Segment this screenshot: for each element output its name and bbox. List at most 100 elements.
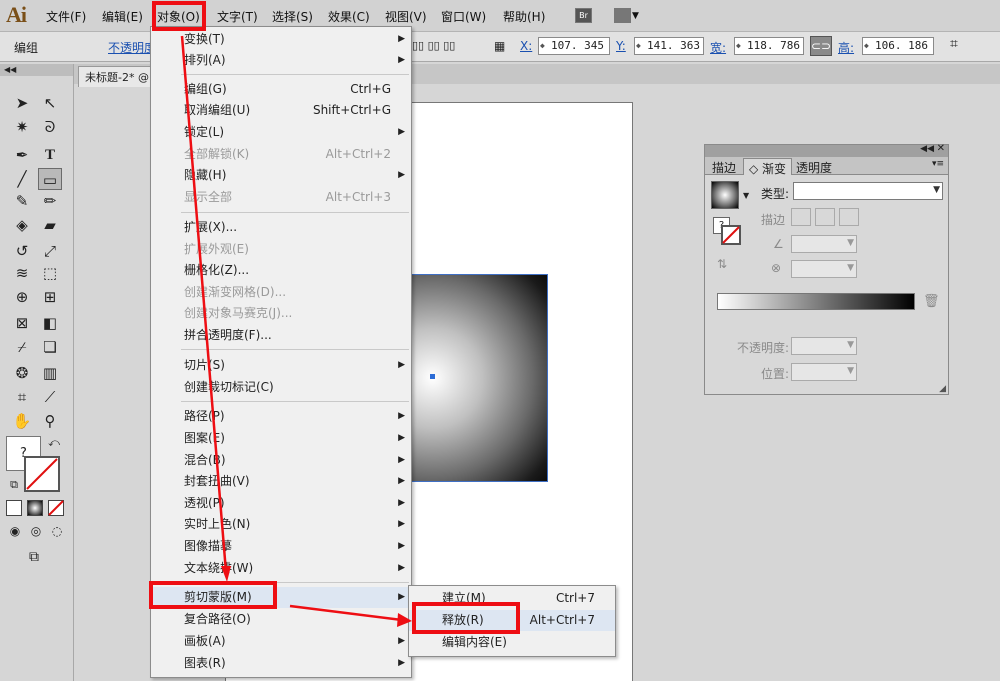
location-select[interactable]: ▼ xyxy=(791,363,857,381)
reverse-gradient-icon[interactable]: ⇅ xyxy=(717,257,727,271)
panel-menu-icon[interactable]: ▾≡ xyxy=(932,159,944,169)
document-tab[interactable]: 未标题-2* @ xyxy=(78,66,156,87)
bridge-icon[interactable]: Br xyxy=(575,8,592,23)
symbol-sprayer-tool-icon[interactable]: ❂ xyxy=(10,362,34,384)
opacity-link[interactable]: 不透明度 xyxy=(108,39,156,56)
rotate-tool-icon[interactable]: ↺ xyxy=(10,240,34,262)
lasso-tool-icon[interactable]: ᘐ xyxy=(38,116,62,138)
none-mode-icon[interactable] xyxy=(48,500,64,516)
delete-stop-icon[interactable]: 🗑 xyxy=(923,294,940,309)
shape-builder-tool-icon[interactable]: ⊕ xyxy=(10,286,34,308)
menu-type[interactable]: 文字(T) xyxy=(217,8,258,25)
menu-item-create-object-mosaic[interactable]: 创建对象马赛克(J)... xyxy=(151,303,411,324)
y-field[interactable]: 141. 363 xyxy=(634,37,704,55)
menu-select[interactable]: 选择(S) xyxy=(272,8,313,25)
menu-item-image-trace[interactable]: 图像描摹 ▶ xyxy=(151,536,411,557)
menu-file[interactable]: 文件(F) xyxy=(46,8,86,25)
opacity-select[interactable]: ▼ xyxy=(791,337,857,355)
menu-item-path[interactable]: 路径(P) ▶ xyxy=(151,406,411,427)
menu-item-create-trim-marks[interactable]: 创建裁切标记(C) xyxy=(151,377,411,398)
stroke-along-icon[interactable] xyxy=(815,208,835,226)
stroke-swatch-small[interactable] xyxy=(721,225,741,245)
menu-view[interactable]: 视图(V) xyxy=(385,8,427,25)
selection-tool-icon[interactable]: ➤ xyxy=(10,92,34,114)
menu-window[interactable]: 窗口(W) xyxy=(441,8,486,25)
stroke-across-icon[interactable] xyxy=(839,208,859,226)
submenu-item-edit-contents[interactable]: 编辑内容(E) xyxy=(409,632,615,653)
menu-item-expand-appearance[interactable]: 扩展外观(E) xyxy=(151,239,411,260)
menu-item-flatten-transparency[interactable]: 拼合透明度(F)... xyxy=(151,325,411,346)
artboard-tool-icon[interactable]: ⌗ xyxy=(10,386,34,408)
tools-collapse-icon[interactable]: ◀◀ xyxy=(0,64,73,76)
gradient-slider[interactable] xyxy=(717,293,915,310)
stroke-in-icon[interactable] xyxy=(791,208,811,226)
tab-transparency[interactable]: 透明度 xyxy=(791,158,837,175)
transform-icon[interactable]: ⌗ xyxy=(950,36,958,52)
gradient-mode-icon[interactable] xyxy=(27,500,43,516)
align-icon[interactable]: ▯▯ ▯▯ ▯▯ xyxy=(412,39,455,52)
type-select[interactable]: ▼ xyxy=(793,182,943,200)
menu-effect[interactable]: 效果(C) xyxy=(328,8,370,25)
free-transform-tool-icon[interactable]: ⬚ xyxy=(38,262,62,284)
pen-tool-icon[interactable]: ✒ xyxy=(10,144,34,166)
direct-selection-tool-icon[interactable]: ↖ xyxy=(38,92,62,114)
menu-item-transform[interactable]: 变换(T) ▶ xyxy=(151,29,411,50)
menu-item-unlock-all[interactable]: 全部解锁(K) Alt+Ctrl+2 xyxy=(151,144,411,165)
resize-grip-icon[interactable]: ◢ xyxy=(939,384,946,394)
menu-item-expand[interactable]: 扩展(X)... xyxy=(151,217,411,238)
scale-tool-icon[interactable]: ⤢ xyxy=(38,240,62,262)
perspective-grid-tool-icon[interactable]: ⊞ xyxy=(38,286,62,308)
blend-tool-icon[interactable]: ❏ xyxy=(38,336,62,358)
height-field[interactable]: 106. 186 xyxy=(862,37,934,55)
stroke-swatch[interactable] xyxy=(24,456,60,492)
menu-item-graph[interactable]: 图表(R) ▶ xyxy=(151,653,411,674)
menu-item-rasterize[interactable]: 栅格化(Z)... xyxy=(151,260,411,281)
magic-wand-tool-icon[interactable]: ✷ xyxy=(10,116,34,138)
menu-item-create-gradient-mesh[interactable]: 创建渐变网格(D)... xyxy=(151,282,411,303)
menu-item-compound-path[interactable]: 复合路径(O) ▶ xyxy=(151,609,411,630)
menu-item-blend[interactable]: 混合(B) ▶ xyxy=(151,450,411,471)
draw-normal-icon[interactable]: ◉ xyxy=(6,520,24,542)
screen-mode-icon[interactable]: ⧉ xyxy=(22,546,46,568)
constrain-link-icon[interactable]: ⊂⊃ xyxy=(810,36,832,56)
menu-item-artboards[interactable]: 画板(A) ▶ xyxy=(151,631,411,652)
draw-inside-icon[interactable]: ◌ xyxy=(48,520,66,542)
menu-item-slice[interactable]: 切片(S) ▶ xyxy=(151,355,411,376)
color-mode-icon[interactable] xyxy=(6,500,22,516)
gradient-tool-icon[interactable]: ◧ xyxy=(38,312,62,334)
x-field[interactable]: 107. 345 xyxy=(538,37,610,55)
tab-gradient[interactable]: ◇ 渐变 xyxy=(743,158,793,176)
menu-item-arrange[interactable]: 排列(A) ▶ xyxy=(151,50,411,71)
width-tool-icon[interactable]: ≋ xyxy=(10,262,34,284)
type-tool-icon[interactable]: T xyxy=(38,144,62,166)
menu-item-ungroup[interactable]: 取消编组(U) Shift+Ctrl+G xyxy=(151,100,411,121)
reference-point-icon[interactable]: ▦ xyxy=(494,39,505,53)
workspace-layout-icon[interactable] xyxy=(614,8,631,23)
menu-help[interactable]: 帮助(H) xyxy=(503,8,545,25)
panel-collapse-bar[interactable]: ◀◀ ✕ xyxy=(705,143,948,157)
line-tool-icon[interactable]: ╱ xyxy=(10,168,34,190)
default-fill-stroke-icon[interactable]: ⧉ xyxy=(2,474,26,496)
gradient-swatch[interactable] xyxy=(711,181,739,209)
swatch-dropdown-icon[interactable]: ▼ xyxy=(743,191,749,200)
angle-select[interactable]: ▼ xyxy=(791,235,857,253)
gradient-rectangle[interactable] xyxy=(408,274,548,482)
menu-item-envelope-distort[interactable]: 封套扭曲(V) ▶ xyxy=(151,471,411,492)
slice-tool-icon[interactable]: ⟋ xyxy=(38,386,62,408)
pencil-tool-icon[interactable]: ✏ xyxy=(38,190,62,212)
width-field[interactable]: 118. 786 xyxy=(734,37,804,55)
menu-item-live-paint[interactable]: 实时上色(N) ▶ xyxy=(151,514,411,535)
column-graph-tool-icon[interactable]: ▥ xyxy=(38,362,62,384)
chevron-down-icon[interactable]: ▼ xyxy=(632,11,639,21)
aspect-ratio-select[interactable]: ▼ xyxy=(791,260,857,278)
collapse-icon[interactable]: ◀◀ xyxy=(920,144,934,154)
menu-item-hide[interactable]: 隐藏(H) ▶ xyxy=(151,165,411,186)
menu-item-pattern[interactable]: 图案(E) ▶ xyxy=(151,428,411,449)
eraser-tool-icon[interactable]: ▰ xyxy=(38,214,62,236)
gradient-center-point[interactable] xyxy=(430,374,435,379)
menu-item-perspective[interactable]: 透视(P) ▶ xyxy=(151,493,411,514)
menu-item-lock[interactable]: 锁定(L) ▶ xyxy=(151,122,411,143)
blob-brush-tool-icon[interactable]: ◈ xyxy=(10,214,34,236)
tab-stroke[interactable]: 描边 xyxy=(707,158,741,175)
menu-item-group[interactable]: 编组(G) Ctrl+G xyxy=(151,79,411,100)
